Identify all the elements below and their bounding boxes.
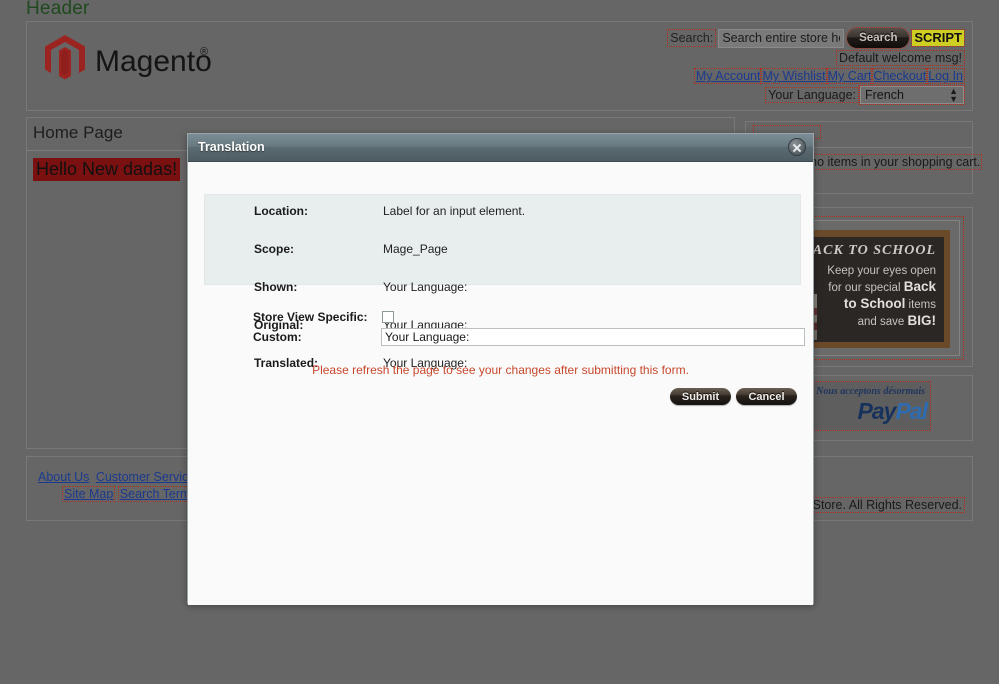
promo-line3-b: items bbox=[905, 299, 936, 311]
promo-line4-b: BIG! bbox=[907, 313, 937, 328]
svg-text:Magento: Magento bbox=[95, 45, 212, 78]
label-shown: Shown: bbox=[254, 280, 298, 294]
link-my-cart[interactable]: My Cart bbox=[825, 68, 874, 84]
footer-link-site-map[interactable]: Site Map bbox=[61, 486, 116, 502]
search-button[interactable]: Search bbox=[846, 27, 911, 49]
label-store-view-specific: Store View Specific: bbox=[253, 310, 368, 324]
paypal-banner[interactable]: Nous acceptons désormais PayPal bbox=[813, 381, 931, 431]
translation-form-panel: Location: Label for an input element. Sc… bbox=[204, 194, 801, 370]
translation-dialog: Translation Location: Label for an input… bbox=[187, 133, 814, 605]
paypal-tagline: Nous acceptons désormais bbox=[816, 386, 925, 397]
link-log-in[interactable]: Log In bbox=[926, 68, 965, 84]
header-right-column: Search: Search SCRIPT Default welcome ms… bbox=[667, 27, 965, 105]
link-my-account[interactable]: My Account bbox=[693, 68, 763, 84]
dialog-body: Location: Label for an input element. Sc… bbox=[188, 162, 813, 605]
cms-hello-text: Hello New dadas! bbox=[33, 158, 181, 181]
footer-link-search-terms[interactable]: Search Terms bbox=[117, 486, 199, 502]
field-shown: Shown: Your Language: bbox=[205, 280, 800, 299]
label-scope: Scope: bbox=[254, 242, 295, 256]
script-badge: SCRIPT bbox=[911, 29, 965, 47]
footer-link-customer-service[interactable]: Customer Service bbox=[95, 470, 196, 484]
language-switcher: Your Language: French ▲ ▼ bbox=[668, 85, 965, 105]
field-store-view-specific: Store View Specific: bbox=[204, 310, 801, 329]
paypal-logo-pal: Pal bbox=[895, 398, 928, 424]
search-row: Search: Search SCRIPT bbox=[667, 27, 965, 49]
language-label: Your Language: bbox=[765, 87, 859, 103]
value-location: Label for an input element. bbox=[383, 204, 526, 218]
svg-text:®: ® bbox=[200, 46, 208, 58]
field-location: Location: Label for an input element. bbox=[205, 204, 800, 223]
header-links: My Account My Wishlist My Cart Checkout … bbox=[668, 68, 965, 84]
dialog-actions: Submit Cancel bbox=[670, 388, 797, 405]
label-location: Location: bbox=[254, 204, 308, 218]
dialog-title-bar: Translation bbox=[188, 134, 813, 162]
link-checkout[interactable]: Checkout bbox=[871, 68, 929, 84]
cancel-button[interactable]: Cancel bbox=[736, 388, 797, 405]
paypal-logo-pay: Pay bbox=[857, 398, 897, 424]
chevron-updown-icon: ▲ ▼ bbox=[949, 86, 958, 104]
field-scope: Scope: Mage_Page bbox=[205, 242, 800, 261]
language-selected-value: French bbox=[865, 88, 904, 102]
search-input[interactable] bbox=[718, 28, 845, 48]
submit-button[interactable]: Submit bbox=[670, 388, 731, 405]
paypal-logo-icon: PayPal bbox=[814, 398, 928, 425]
link-my-wishlist[interactable]: My Wishlist bbox=[760, 68, 828, 84]
promo-line3-a: to School bbox=[843, 296, 906, 311]
value-scope: Mage_Page bbox=[383, 242, 448, 256]
search-label: Search: bbox=[667, 29, 717, 47]
magento-logo-icon[interactable]: Magento ® bbox=[37, 29, 217, 89]
label-custom: Custom: bbox=[253, 330, 302, 344]
welcome-message: Default welcome msg! bbox=[836, 50, 965, 66]
store-view-specific-checkbox[interactable] bbox=[382, 311, 394, 323]
value-shown: Your Language: bbox=[383, 280, 468, 294]
dialog-title: Translation bbox=[198, 140, 265, 154]
footer-link-about-us[interactable]: About Us bbox=[37, 470, 90, 484]
refresh-notice: Please refresh the page to see your chan… bbox=[312, 363, 689, 377]
header-block-label: Header bbox=[26, 0, 90, 19]
promo-line2-a: for our special bbox=[828, 282, 904, 294]
field-custom: Custom: bbox=[204, 328, 805, 349]
close-icon[interactable] bbox=[788, 138, 806, 156]
promo-line2-b: Back bbox=[903, 279, 936, 294]
page-title: Home Page bbox=[33, 123, 123, 142]
custom-translation-input[interactable] bbox=[381, 328, 805, 346]
header-region: Magento ® Search: Search SCRIPT Default … bbox=[26, 21, 973, 111]
language-select[interactable]: French ▲ ▼ bbox=[859, 85, 965, 105]
promo-line4-a: and save bbox=[857, 316, 908, 328]
